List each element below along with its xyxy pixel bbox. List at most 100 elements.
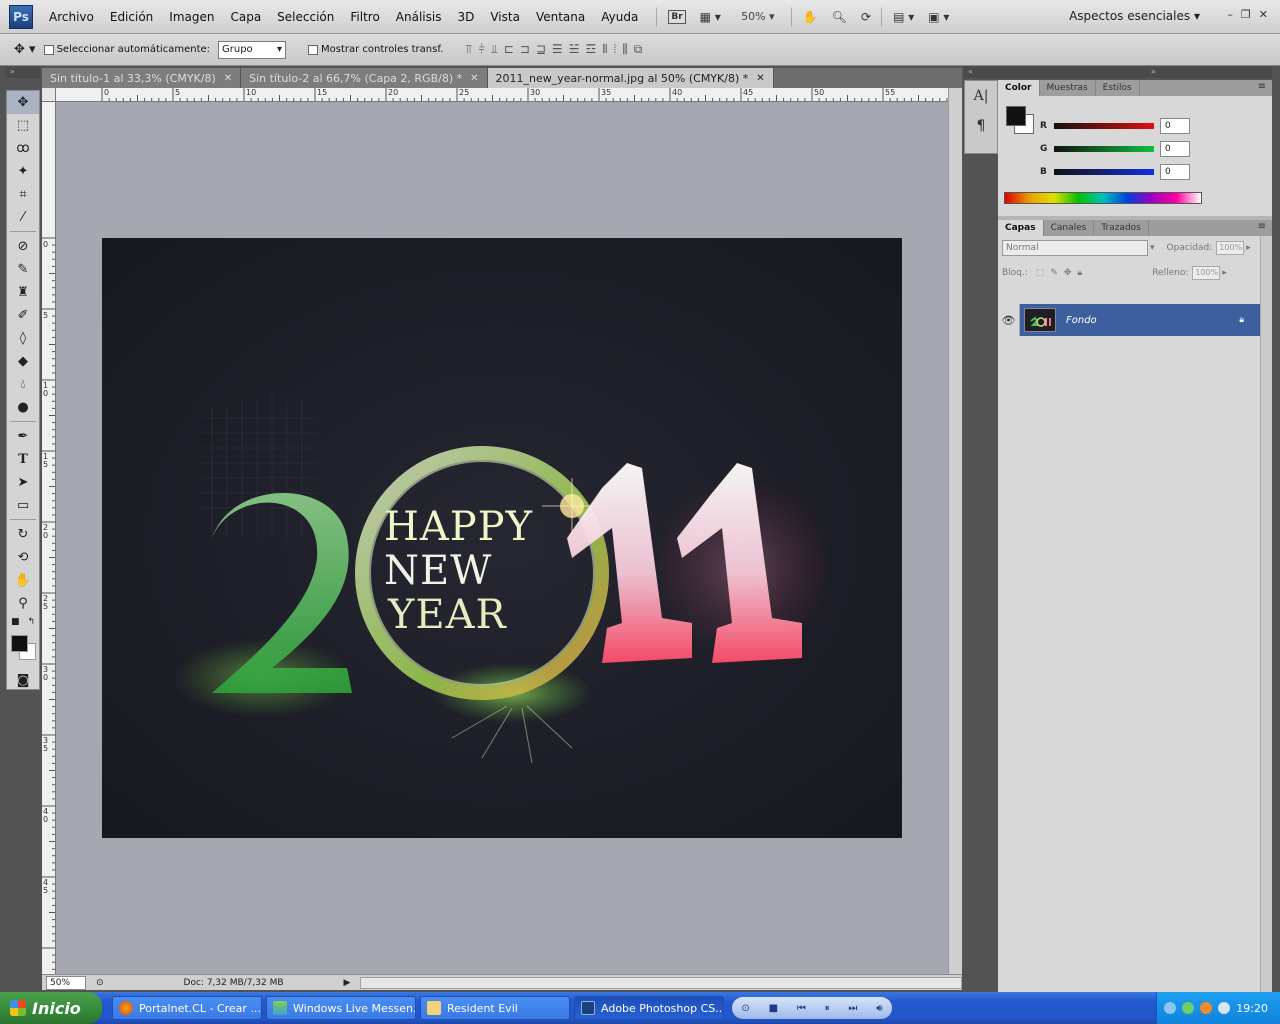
tray-network-icon[interactable] <box>1182 1002 1195 1014</box>
layers-scrollbar[interactable] <box>1260 236 1272 992</box>
align-top-icon[interactable]: ⫪ <box>465 42 472 57</box>
tab-estilos[interactable]: Estilos <box>1096 80 1140 96</box>
align-hcenter-icon[interactable]: ⊐ <box>520 42 530 57</box>
vertical-ruler[interactable]: 0 5 1 0 1 5 2 0 2 5 3 0 3 5 4 0 4 5 <box>42 102 56 974</box>
distribute-left-icon[interactable]: ⦀ <box>602 42 607 57</box>
horizontal-scrollbar[interactable] <box>360 976 962 989</box>
3d-rotate-tool[interactable]: ↻ <box>7 523 39 546</box>
auto-select-dropdown[interactable]: Grupo ▾ <box>218 40 287 59</box>
quick-mask-tool[interactable]: ◙ <box>7 669 39 692</box>
crop-tool[interactable]: ⌗ <box>7 183 39 206</box>
fill-arrow-icon[interactable]: ▸ <box>1222 268 1227 278</box>
rotate-view-button[interactable]: ⟳ <box>857 6 875 28</box>
blue-value[interactable]: 0 <box>1160 164 1190 180</box>
menu-ventana[interactable]: Ventana <box>528 10 593 24</box>
auto-align-icon[interactable]: ⧉ <box>634 42 643 57</box>
ruler-origin[interactable] <box>42 88 56 102</box>
menu-ayuda[interactable]: Ayuda <box>593 10 646 24</box>
layer-row[interactable]: 👁︎ Fondo 🔒︎ <box>998 304 1260 336</box>
media-restore-icon[interactable]: ⊙ <box>741 1003 749 1014</box>
previous-icon[interactable]: ⏮ <box>797 1003 806 1014</box>
history-brush-tool[interactable]: ✐ <box>7 304 39 327</box>
show-transform-checkbox[interactable] <box>308 44 319 55</box>
panel-collapse-strip[interactable]: « » <box>964 66 1272 78</box>
move-tool-preset-icon[interactable]: ✥ ▾ <box>14 42 36 57</box>
task-messenger[interactable]: Windows Live Messen... <box>266 996 416 1020</box>
zoom-tool[interactable]: ⚲ <box>7 592 39 615</box>
auto-select-option[interactable]: Seleccionar automáticamente: <box>43 44 210 55</box>
distribute-bottom-icon[interactable]: ☲ <box>585 42 596 57</box>
tab-trazados[interactable]: Trazados <box>1094 220 1149 236</box>
canvas-pasteboard[interactable]: HAPPY NEW YEAR <box>56 102 948 974</box>
3d-orbit-tool[interactable]: ⟲ <box>7 546 39 569</box>
foreground-color-swatch[interactable] <box>11 635 28 652</box>
pen-tool[interactable]: ✒ <box>7 425 39 448</box>
tray-update-icon[interactable] <box>1218 1002 1231 1014</box>
menu-imagen[interactable]: Imagen <box>161 10 222 24</box>
green-value[interactable]: 0 <box>1160 141 1190 157</box>
document-artwork[interactable]: HAPPY NEW YEAR <box>102 238 902 838</box>
stop-icon[interactable]: ■ <box>769 1003 778 1014</box>
brush-tool[interactable]: ✎ <box>7 258 39 281</box>
next-icon[interactable]: ⏭ <box>848 1003 857 1014</box>
restore-icon[interactable]: ❐ <box>1241 8 1251 21</box>
menu-edicion[interactable]: Edición <box>102 10 161 24</box>
dodge-tool[interactable]: ● <box>7 396 39 419</box>
color-spectrum-bar[interactable] <box>1004 192 1202 204</box>
screen-mode-button[interactable]: ▣ ▾ <box>924 6 953 28</box>
vertical-scrollbar[interactable] <box>948 88 962 974</box>
zoom-field[interactable]: 50% <box>46 975 86 990</box>
paragraph-panel-button[interactable]: ¶ <box>965 111 997 141</box>
tray-antivirus-icon[interactable] <box>1200 1002 1213 1014</box>
menu-analisis[interactable]: Análisis <box>388 10 450 24</box>
marquee-tool[interactable]: ⬚ <box>7 114 39 137</box>
move-tool[interactable]: ✥ <box>7 91 39 114</box>
task-photoshop[interactable]: Adobe Photoshop CS... <box>574 996 724 1020</box>
clone-stamp-tool[interactable]: ♜ <box>7 281 39 304</box>
status-menu-arrow-icon[interactable]: ▶ <box>344 978 351 988</box>
arrange-documents-button[interactable]: ▤ ▾ <box>889 6 918 28</box>
tray-back-icon[interactable] <box>1164 1002 1177 1014</box>
healing-brush-tool[interactable]: ⊘ <box>7 235 39 258</box>
panel-menu-icon[interactable]: ≡ <box>1258 221 1266 232</box>
distribute-right-icon[interactable]: ⫼ <box>622 42 628 57</box>
align-left-icon[interactable]: ⊏ <box>504 42 514 57</box>
clock[interactable]: 19:20 <box>1236 1002 1268 1015</box>
blue-slider[interactable] <box>1054 169 1154 175</box>
tab-canales[interactable]: Canales <box>1044 220 1095 236</box>
distribute-hcenter-icon[interactable]: ⦙ <box>614 42 617 57</box>
tab-muestras[interactable]: Muestras <box>1040 80 1096 96</box>
menu-filtro[interactable]: Filtro <box>342 10 387 24</box>
zoom-level-combo[interactable]: 50% ▾ <box>731 6 785 28</box>
lock-position-icon[interactable]: ✥ <box>1064 268 1072 278</box>
red-slider[interactable] <box>1054 123 1154 129</box>
close-icon[interactable]: ✕ <box>756 73 764 84</box>
blur-tool[interactable]: 💧︎ <box>7 373 39 396</box>
menu-archivo[interactable]: Archivo <box>41 10 102 24</box>
swap-colors[interactable]: ■ ↰ <box>7 615 39 629</box>
foreground-color-swatch[interactable] <box>1006 106 1026 126</box>
align-vcenter-icon[interactable]: ⫩ <box>478 42 485 57</box>
auto-select-checkbox[interactable] <box>43 44 54 55</box>
view-extras-button[interactable]: ▦ ▾ <box>696 6 725 28</box>
zoom-tool-button[interactable]: 🔍︎ <box>828 6 851 28</box>
paint-bucket-tool[interactable]: ◆ <box>7 350 39 373</box>
hand-tool-button[interactable]: ✋ <box>799 6 822 28</box>
distribute-top-icon[interactable]: ☰ <box>552 42 563 57</box>
tab-2011-new-year[interactable]: 2011_new_year-normal.jpg al 50% (CMYK/8)… <box>487 68 774 88</box>
lasso-tool[interactable]: ꝏ <box>7 137 39 160</box>
workspace-switcher[interactable]: Aspectos esenciales ▾ <box>1069 9 1200 23</box>
green-slider[interactable] <box>1054 146 1154 152</box>
status-options-icon[interactable]: ⊙ <box>96 978 104 988</box>
task-resident-evil[interactable]: Resident Evil <box>420 996 570 1020</box>
close-icon[interactable]: ✕ <box>1259 8 1268 21</box>
red-value[interactable]: 0 <box>1160 118 1190 134</box>
opacity-field[interactable]: 100% <box>1216 241 1245 255</box>
layer-selected[interactable]: Fondo 🔒︎ <box>1020 304 1260 336</box>
close-icon[interactable]: ✕ <box>224 73 232 84</box>
launch-bridge-button[interactable]: Br <box>664 6 689 28</box>
menu-vista[interactable]: Vista <box>482 10 528 24</box>
hand-tool[interactable]: ✋ <box>7 569 39 592</box>
type-tool[interactable]: T <box>7 448 39 471</box>
path-selection-tool[interactable]: ➤ <box>7 471 39 494</box>
